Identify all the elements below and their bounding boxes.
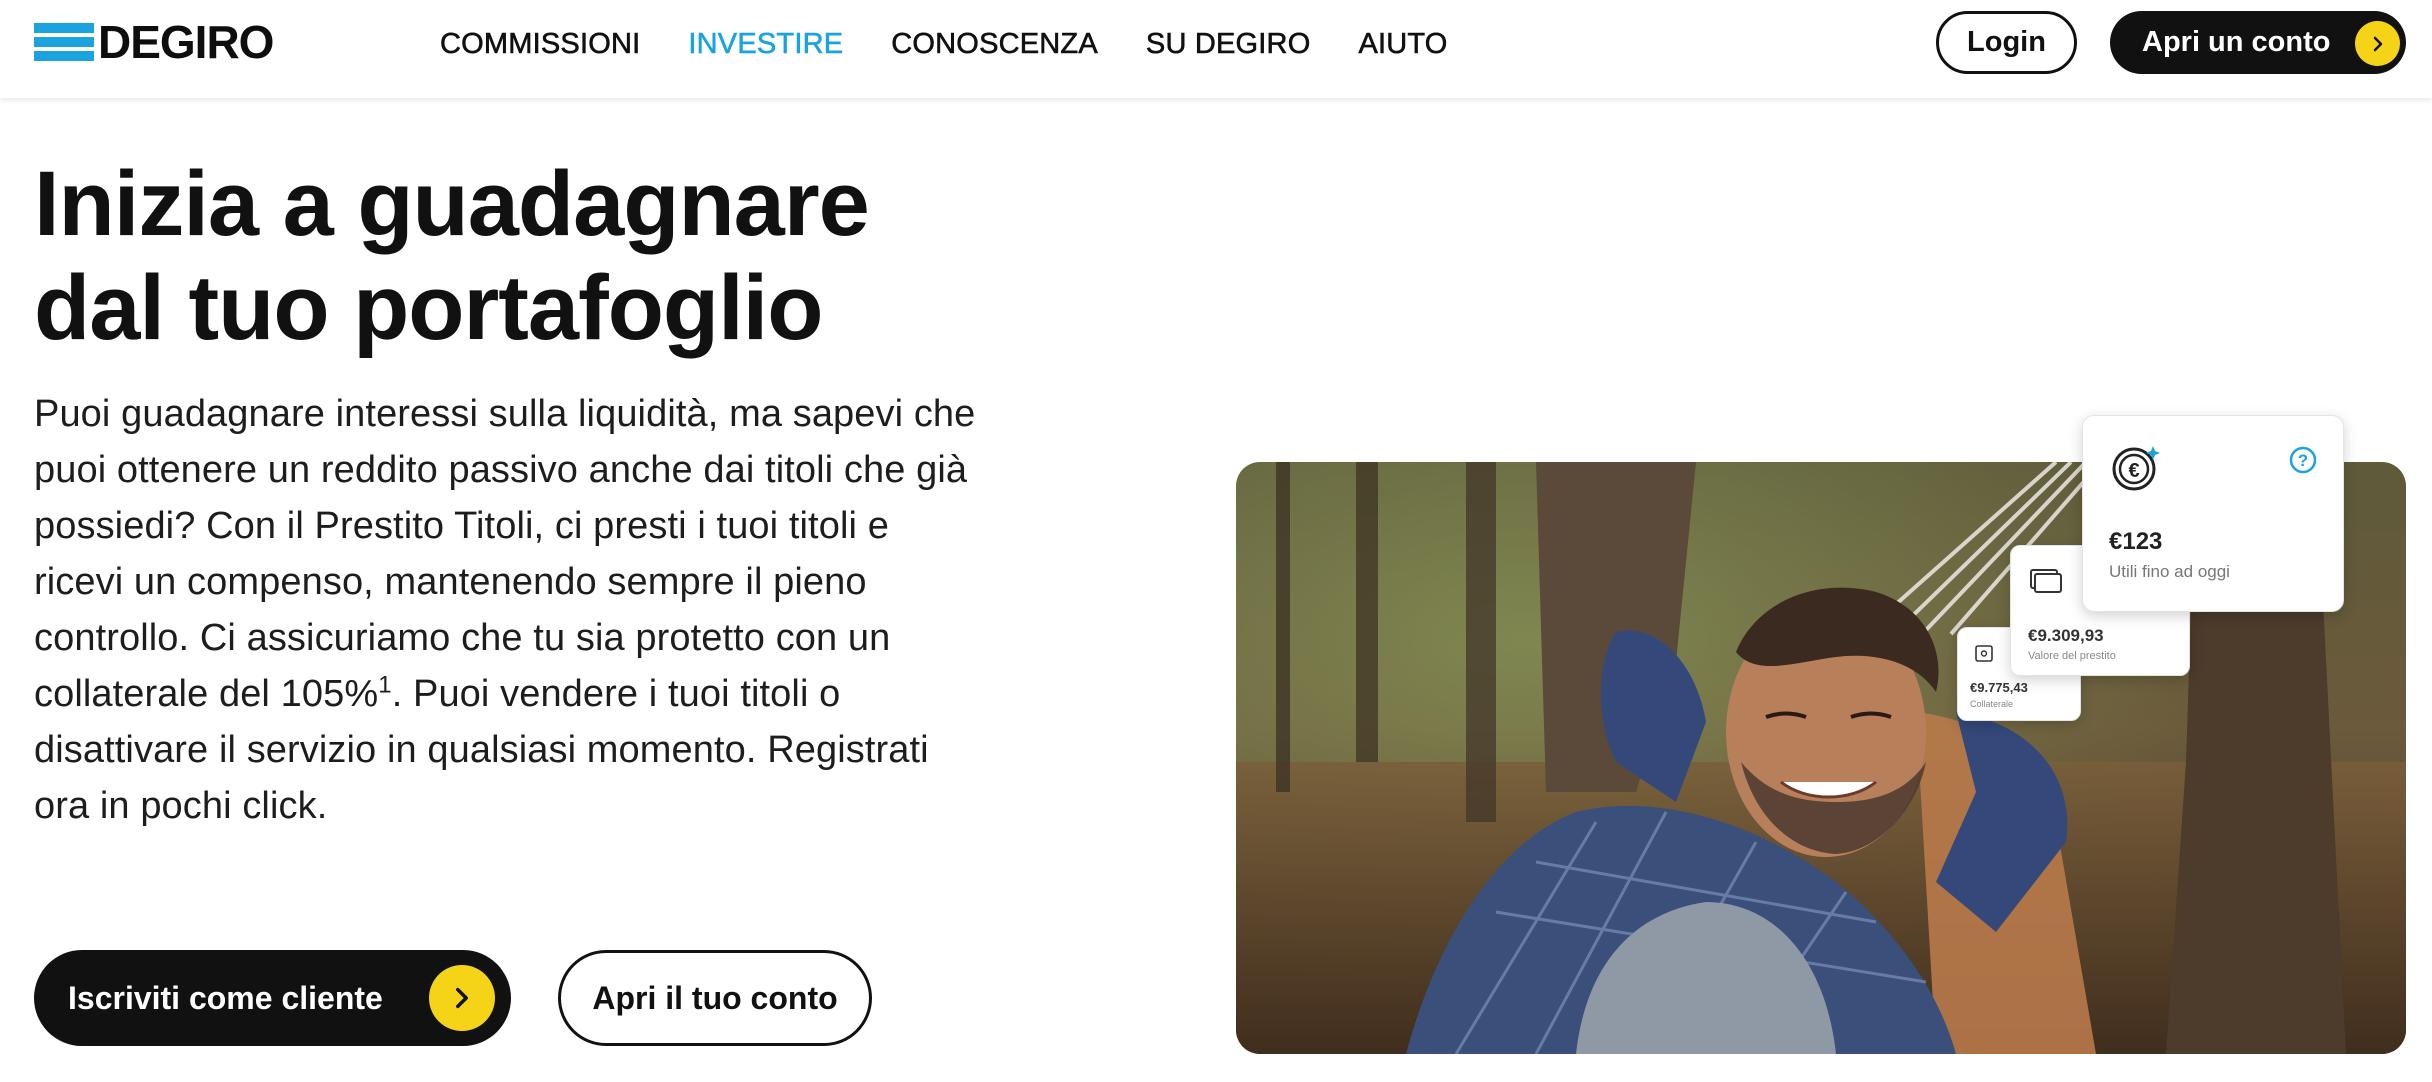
logo-text: DEGIRO	[98, 16, 274, 68]
earnings-card: € ? €123 Utili fino ad oggi	[2082, 415, 2344, 612]
cards-icon	[2030, 569, 2062, 593]
nav-item-investire[interactable]: INVESTIRE	[688, 27, 843, 61]
open-account-button[interactable]: Apri un conto	[2110, 11, 2406, 74]
svg-text:€: €	[2128, 460, 2139, 482]
collateral-label: Collaterale	[1970, 699, 2014, 709]
login-button[interactable]: Login	[1936, 11, 2077, 74]
logo-mark-icon	[34, 23, 94, 61]
chevron-right-icon	[429, 965, 495, 1031]
register-client-label: Iscriviti come cliente	[68, 979, 383, 1016]
nav-item-aiuto[interactable]: AIUTO	[1358, 27, 1447, 61]
open-your-account-button[interactable]: Apri il tuo conto	[558, 950, 872, 1046]
nav-item-commissioni[interactable]: COMMISSIONI	[440, 27, 641, 61]
loan-value-label: Valore del prestito	[2028, 650, 2116, 662]
open-account-label: Apri un conto	[2142, 26, 2331, 58]
main-nav: COMMISSIONI INVESTIRE CONOSCENZA SU DEGI…	[440, 0, 1496, 88]
hero-description-part1: Puoi guadagnare interessi sulla liquidit…	[34, 393, 976, 715]
nav-item-su-degiro[interactable]: SU DEGIRO	[1146, 27, 1311, 61]
site-header: DEGIRO COMMISSIONI INVESTIRE CONOSCENZA …	[0, 0, 2432, 98]
collateral-value: €9.775,43	[1970, 680, 2028, 695]
euro-coin-icon: €	[2112, 446, 2160, 491]
footnote-marker[interactable]: 1	[378, 671, 391, 698]
help-icon[interactable]: ?	[2288, 445, 2318, 475]
hero-title-line1: Inizia a guadagnare	[34, 153, 870, 255]
hero-description: Puoi guadagnare interessi sulla liquidit…	[34, 386, 984, 834]
hero-title-line2: dal tuo portafoglio	[34, 257, 823, 359]
hero-title: Inizia a guadagnare dal tuo portafoglio	[34, 152, 1034, 360]
earnings-value: €123	[2109, 528, 2163, 555]
safe-icon	[1975, 645, 1993, 662]
loan-value-amount: €9.309,93	[2028, 626, 2104, 645]
chevron-right-icon	[2355, 21, 2400, 66]
degiro-logo[interactable]: DEGIRO	[34, 16, 274, 68]
register-client-button[interactable]: Iscriviti come cliente	[34, 950, 511, 1046]
earnings-label: Utili fino ad oggi	[2109, 562, 2230, 581]
nav-item-conoscenza[interactable]: CONOSCENZA	[891, 27, 1098, 61]
svg-text:?: ?	[2298, 451, 2308, 470]
